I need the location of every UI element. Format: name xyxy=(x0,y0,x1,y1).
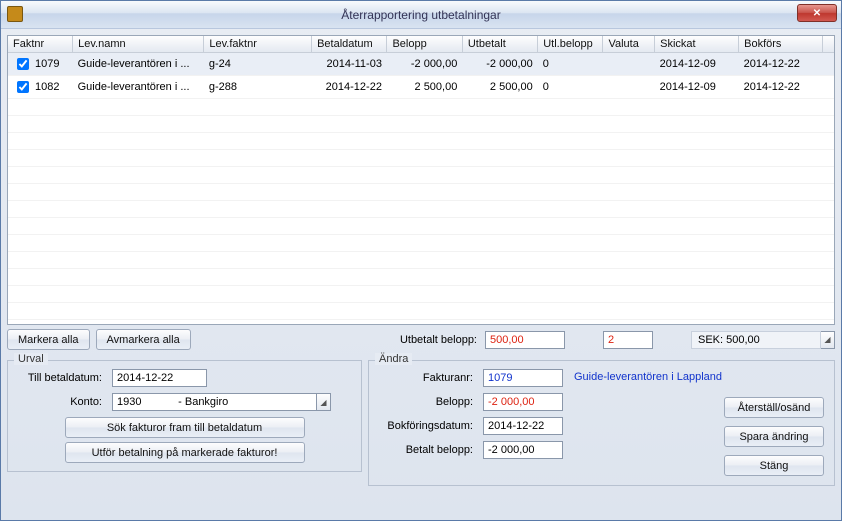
window-title: Återrapportering utbetalningar xyxy=(341,8,500,22)
col-utbetalt[interactable]: Utbetalt xyxy=(462,36,537,53)
row-checkbox[interactable] xyxy=(17,58,29,70)
utbetalt-status: SEK: 500,00 xyxy=(691,331,821,349)
col-betaldatum[interactable]: Betaldatum xyxy=(312,36,387,53)
app-icon xyxy=(7,6,23,22)
search-invoices-button[interactable]: Sök fakturor fram till betaldatum xyxy=(65,417,305,438)
betalt-belopp-input[interactable] xyxy=(483,441,563,459)
utbetalt-count-input[interactable] xyxy=(603,331,653,349)
close-button-bottom[interactable]: Stäng xyxy=(724,455,824,476)
fakturanr-label: Fakturanr: xyxy=(377,372,477,384)
belopp-input[interactable] xyxy=(483,393,563,411)
col-bokfors[interactable]: Bokförs xyxy=(739,36,823,53)
table-row[interactable]: 1082Guide-leverantören i ...g-2882014-12… xyxy=(8,76,834,99)
unmark-all-button[interactable]: Avmarkera alla xyxy=(96,329,191,350)
body: Faktnr Lev.namn Lev.faktnr Betaldatum Be… xyxy=(1,29,841,520)
col-levnamn[interactable]: Lev.namn xyxy=(73,36,204,53)
table-row[interactable]: 1079Guide-leverantören i ...g-242014-11-… xyxy=(8,53,834,76)
col-faktnr[interactable]: Faktnr xyxy=(8,36,73,53)
reset-button[interactable]: Återställ/osänd xyxy=(724,397,824,418)
table-row xyxy=(8,116,834,133)
till-betaldatum-input[interactable] xyxy=(112,369,207,387)
fakturanr-input[interactable] xyxy=(483,369,563,387)
table-row xyxy=(8,269,834,286)
konto-input[interactable] xyxy=(112,393,317,411)
grid-header-row: Faktnr Lev.namn Lev.faktnr Betaldatum Be… xyxy=(8,36,834,53)
table-row xyxy=(8,218,834,235)
table-row xyxy=(8,235,834,252)
supplier-name: Guide-leverantören i Lappland xyxy=(569,369,759,387)
belopp-label: Belopp: xyxy=(377,396,477,408)
utbetalt-amount-input[interactable] xyxy=(485,331,565,349)
col-valuta[interactable]: Valuta xyxy=(603,36,655,53)
window: Återrapportering utbetalningar ✕ Faktnr … xyxy=(0,0,842,521)
andra-group: Ändra Fakturanr: Guide-leverantören i La… xyxy=(368,360,835,486)
col-belopp[interactable]: Belopp xyxy=(387,36,462,53)
table-row xyxy=(8,150,834,167)
execute-payment-button[interactable]: Utför betalning på markerade fakturor! xyxy=(65,442,305,463)
table-row xyxy=(8,99,834,116)
andra-title: Ändra xyxy=(375,353,412,365)
bokforingsdatum-label: Bokföringsdatum: xyxy=(377,420,477,432)
betalt-belopp-label: Betalt belopp: xyxy=(377,444,477,456)
col-utlbelopp[interactable]: Utl.belopp xyxy=(538,36,603,53)
table-row xyxy=(8,286,834,303)
urval-group: Urval Till betaldatum: Konto: ◢ Sök fakt… xyxy=(7,360,362,472)
chevron-down-icon[interactable]: ◢ xyxy=(317,393,331,411)
table-row xyxy=(8,167,834,184)
grid[interactable]: Faktnr Lev.namn Lev.faktnr Betaldatum Be… xyxy=(7,35,835,325)
table-row xyxy=(8,252,834,269)
mark-all-button[interactable]: Markera alla xyxy=(7,329,90,350)
table-row xyxy=(8,303,834,320)
close-button[interactable]: ✕ xyxy=(797,4,837,22)
table-row xyxy=(8,201,834,218)
urval-title: Urval xyxy=(14,353,48,365)
bokforingsdatum-input[interactable] xyxy=(483,417,563,435)
close-icon: ✕ xyxy=(813,8,821,19)
konto-label: Konto: xyxy=(16,396,106,408)
save-button[interactable]: Spara ändring xyxy=(724,426,824,447)
row-checkbox[interactable] xyxy=(17,81,29,93)
table-row xyxy=(8,184,834,201)
col-empty xyxy=(823,36,834,53)
till-betaldatum-label: Till betaldatum: xyxy=(16,372,106,384)
col-skickat[interactable]: Skickat xyxy=(655,36,739,53)
table-row xyxy=(8,133,834,150)
col-levfaktnr[interactable]: Lev.faktnr xyxy=(204,36,312,53)
chevron-down-icon[interactable]: ◢ xyxy=(821,331,835,349)
utbetalt-label: Utbetalt belopp: xyxy=(400,334,477,346)
titlebar: Återrapportering utbetalningar ✕ xyxy=(1,1,841,29)
